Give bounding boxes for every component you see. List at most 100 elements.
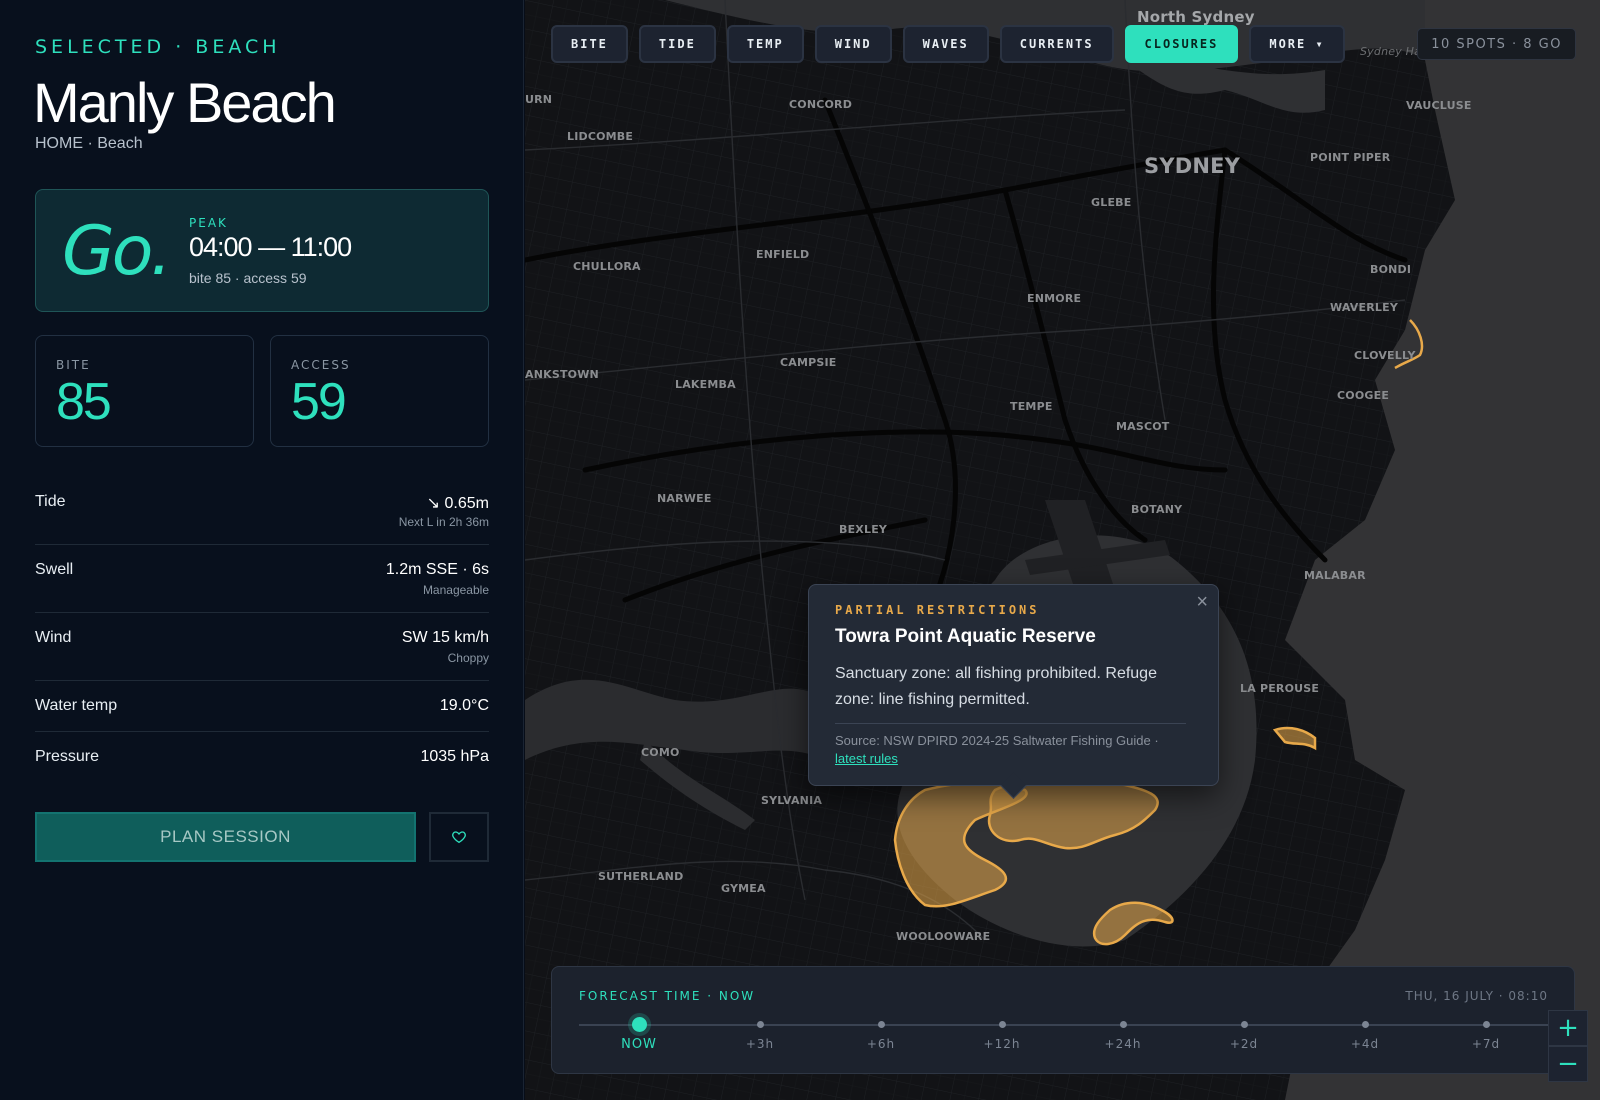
place-label: WOOLOOWARE (896, 930, 991, 943)
tab-more[interactable]: MORE ▾ (1249, 25, 1345, 63)
layer-tabs: BITE TIDE TEMP WIND WAVES CURRENTS CLOSU… (551, 25, 1345, 63)
forecast-stop-2d[interactable]: +2d (1204, 1017, 1284, 1051)
condition-sub: Next L in 2h 36m (398, 515, 489, 529)
peak-label: PEAK (189, 216, 228, 230)
condition-value: 1.2m SSE · 6s (385, 561, 489, 578)
condition-value: 1035 hPa (420, 748, 489, 765)
popup-title: Towra Point Aquatic Reserve (835, 626, 1096, 647)
condition-label: Tide (35, 493, 66, 510)
timeline-dot (1482, 1021, 1490, 1028)
stop-label: +12h (983, 1037, 1021, 1051)
forecast-stop-24h[interactable]: +24h (1083, 1017, 1163, 1051)
condition-value: ↘ 0.65m (426, 495, 489, 512)
tab-tide[interactable]: TIDE (638, 25, 716, 63)
place-label: CLOVELLY (1354, 349, 1416, 362)
place-label: URN (525, 93, 553, 106)
place-label: WAVERLEY (1330, 301, 1398, 314)
go-verdict-card: Go. PEAK 04:00 — 11:00 bite 85 · access … (35, 189, 489, 312)
condition-row-swell: Swell 1.2m SSE · 6s Manageable (35, 561, 489, 613)
bite-label: BITE (56, 358, 91, 372)
forecast-stop-now[interactable]: NOW (599, 1017, 679, 1052)
condition-row-wind: Wind SW 15 km/h Choppy (35, 629, 489, 681)
place-label: TEMPE (1010, 400, 1053, 413)
tab-wind[interactable]: WIND (814, 25, 892, 63)
place-label: NARWEE (657, 492, 712, 505)
spots-summary-badge: 10 SPOTS · 8 GO (1417, 28, 1576, 60)
place-label: BEXLEY (839, 523, 888, 536)
closure-popup: PARTIAL RESTRICTIONS × Towra Point Aquat… (808, 584, 1219, 786)
map-view[interactable]: North Sydney Sydney Harbour URN CONCORD … (525, 0, 1600, 1100)
timeline-dot (631, 1017, 647, 1032)
stop-label: +24h (1104, 1037, 1142, 1051)
popup-source: Source: NSW DPIRD 2024-25 Saltwater Fish… (835, 733, 1159, 748)
bite-value: 85 (56, 373, 112, 431)
forecast-stop-4d[interactable]: +4d (1325, 1017, 1405, 1051)
tab-bite[interactable]: BITE (551, 25, 628, 63)
timeline-dot (1119, 1021, 1127, 1028)
forecast-timeline: FORECAST TIME · NOW THU, 16 JULY · 08:10… (551, 966, 1575, 1074)
access-score-card: ACCESS 59 (270, 335, 489, 447)
condition-row-pressure: Pressure 1035 hPa (35, 748, 489, 778)
favorite-button[interactable] (429, 812, 489, 862)
place-label: ANKSTOWN (525, 368, 599, 381)
stop-label: +4d (1350, 1037, 1380, 1051)
selected-label: SELECTED · BEACH (35, 36, 281, 58)
condition-label: Wind (35, 629, 72, 646)
zoom-controls: + − (1548, 1010, 1588, 1082)
timeline-dot (877, 1021, 885, 1028)
zoom-in-button[interactable]: + (1548, 1010, 1588, 1046)
place-label: ENFIELD (756, 248, 810, 261)
peak-time: 04:00 — 11:00 (189, 232, 352, 262)
access-label: ACCESS (291, 358, 351, 372)
place-label: ENMORE (1027, 292, 1082, 305)
plan-session-button[interactable]: PLAN SESSION (35, 812, 416, 862)
timeline-dot (756, 1021, 764, 1028)
tab-temp[interactable]: TEMP (726, 25, 804, 63)
condition-label: Pressure (35, 748, 100, 765)
condition-sub: Manageable (422, 583, 489, 597)
place-label: SYLVANIA (761, 794, 823, 807)
latest-rules-link[interactable]: latest rules (835, 751, 898, 766)
tab-currents[interactable]: CURRENTS (999, 25, 1114, 63)
bite-score-card: BITE 85 (35, 335, 254, 447)
place-label: MASCOT (1116, 420, 1170, 433)
restriction-tag: PARTIAL RESTRICTIONS (835, 603, 1040, 617)
popup-divider (835, 723, 1186, 724)
timeline-dot (1240, 1021, 1248, 1028)
tab-waves[interactable]: WAVES (902, 25, 989, 63)
spot-subtitle: HOME · Beach (35, 135, 143, 152)
go-verdict: Go. (62, 212, 172, 291)
place-label: COMO (641, 746, 680, 759)
place-label: SYDNEY (1144, 154, 1241, 178)
condition-row-water-temp: Water temp 19.0°C (35, 697, 489, 732)
app-root: SELECTED · BEACH Manly Beach HOME · Beac… (0, 0, 1600, 1100)
place-label: CAMPSIE (780, 356, 837, 369)
place-label: GYMEA (721, 882, 766, 895)
stop-label: +3h (745, 1037, 775, 1051)
place-label: GLEBE (1091, 196, 1132, 209)
close-icon[interactable]: × (1196, 591, 1208, 614)
stop-label: +6h (866, 1037, 896, 1051)
heart-icon (452, 831, 466, 844)
stop-label: +2d (1229, 1037, 1259, 1051)
condition-label: Swell (35, 561, 74, 578)
timeline-dot (1361, 1021, 1369, 1028)
place-label: COOGEE (1337, 389, 1390, 402)
condition-value: 19.0°C (439, 697, 489, 714)
forecast-stop-6h[interactable]: +6h (841, 1017, 921, 1051)
map-canvas (525, 0, 1600, 1100)
forecast-stop-7d[interactable]: +7d (1446, 1017, 1526, 1051)
place-label: SUTHERLAND (598, 870, 684, 883)
forecast-stop-3h[interactable]: +3h (720, 1017, 800, 1051)
place-label: LA PEROUSE (1240, 682, 1320, 695)
condition-row-tide: Tide ↘ 0.65m Next L in 2h 36m (35, 493, 489, 545)
condition-label: Water temp (35, 697, 118, 714)
condition-value: SW 15 km/h (401, 629, 489, 646)
zoom-out-button[interactable]: − (1548, 1046, 1588, 1082)
tab-closures[interactable]: CLOSURES (1124, 25, 1239, 63)
peak-scores: bite 85 · access 59 (189, 270, 307, 286)
popup-description: Sanctuary zone: all fishing prohibited. … (835, 665, 1157, 708)
place-label: LAKEMBA (675, 378, 736, 391)
place-label: MALABAR (1304, 569, 1366, 582)
forecast-stop-12h[interactable]: +12h (962, 1017, 1042, 1051)
